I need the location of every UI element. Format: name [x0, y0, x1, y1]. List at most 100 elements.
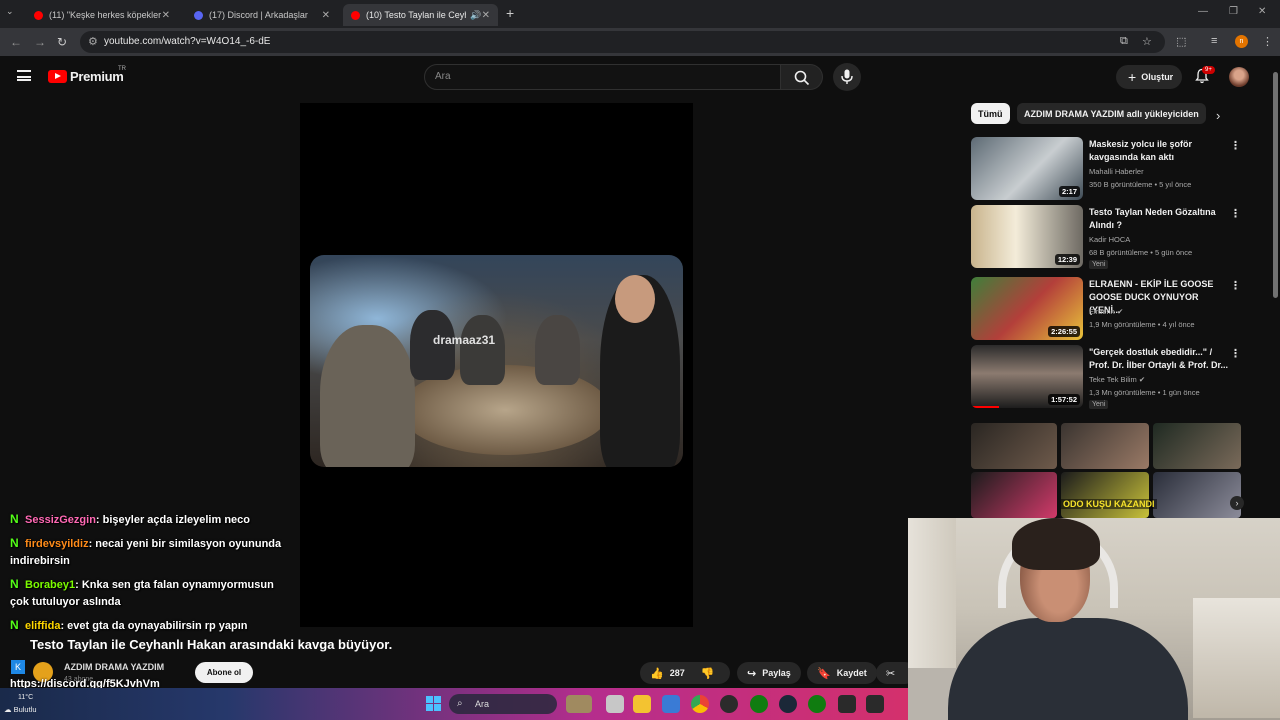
search-icon [794, 70, 810, 86]
search-placeholder: Ara [435, 71, 451, 82]
recommendation-item[interactable]: 12:39 Testo Taylan Neden Gözaltına Alınd… [971, 205, 1241, 269]
shelf-next-icon[interactable]: › [1230, 496, 1244, 510]
person-figure [460, 315, 505, 385]
epic-games-icon[interactable] [838, 695, 856, 713]
short-thumbnail[interactable] [971, 472, 1057, 518]
recommendation-title[interactable]: Testo Taylan Neden Gözaltına Alındı ? [1089, 206, 1229, 232]
bookmark-star-icon[interactable]: ☆ [1142, 35, 1152, 48]
recommendation-item[interactable]: 1:57:52 "Gerçek dostluk ebedidir..." / P… [971, 345, 1241, 409]
recommendation-item[interactable]: 2:26:55 ELRAENN - EKİP İLE GOOSE GOOSE D… [971, 277, 1241, 341]
file-icon[interactable] [606, 695, 624, 713]
short-thumbnail[interactable] [1153, 423, 1241, 469]
account-avatar[interactable] [1229, 67, 1249, 87]
kick-badge-icon: N [10, 536, 19, 550]
folder-icon[interactable] [633, 695, 651, 713]
chip-uploader[interactable]: AZDIM DRAMA YAZDIM adlı yükleyiciden [1017, 103, 1206, 124]
video-thumbnail[interactable]: 2:17 [971, 137, 1083, 200]
dislike-icon[interactable]: 👎 [701, 667, 715, 680]
like-icon[interactable]: 👍 [650, 667, 664, 680]
create-button[interactable]: + Oluştur [1116, 65, 1182, 89]
recommendation-title[interactable]: Maskesiz yolcu ile şoför kavgasında kan … [1089, 138, 1229, 164]
browser-tab[interactable]: (17) Discord | Arkadaşlar ✕ [186, 4, 338, 26]
browser-menu-icon[interactable]: ⋮ [1262, 35, 1273, 48]
channel-name[interactable]: AZDIM DRAMA YAZDIM [64, 662, 164, 672]
tab-search-icon[interactable]: ⌄ [6, 6, 14, 17]
video-duration: 12:39 [1054, 254, 1080, 265]
browser-tab[interactable]: (11) "Keşke herkes köpekler gibi ✕ [26, 4, 178, 26]
recommendation-channel[interactable]: Mahalli Haberler [1089, 167, 1144, 176]
kick-badge-icon: N [10, 512, 19, 526]
tab-title: (11) "Keşke herkes köpekler gibi [49, 10, 162, 20]
app-icon[interactable] [866, 695, 884, 713]
taskbar-search[interactable]: ⌕ Ara [449, 694, 557, 714]
windows-start-icon[interactable] [426, 696, 441, 711]
save-button[interactable]: 🔖 Kaydet [807, 662, 877, 684]
audio-playing-icon[interactable]: 🔊 [470, 10, 481, 21]
short-thumbnail[interactable] [1153, 472, 1241, 518]
reload-icon[interactable]: ↻ [57, 35, 67, 49]
guide-menu-icon[interactable] [17, 70, 31, 81]
short-thumbnail[interactable] [971, 423, 1057, 469]
video-thumbnail[interactable]: 1:57:52 [971, 345, 1083, 408]
chrome-icon[interactable] [691, 695, 709, 713]
voice-search-button[interactable] [833, 63, 861, 91]
recommendation-channel[interactable]: Elraenn ✔ [1089, 307, 1123, 316]
chevron-right-icon[interactable]: › [1216, 108, 1220, 123]
recommendation-channel[interactable]: Teke Tek Bilim ✔ [1089, 375, 1145, 384]
recommendation-meta: 1,9 Mn görüntüleme • 4 yıl önce [1089, 320, 1195, 329]
site-info-icon[interactable]: ⚙ [88, 35, 98, 48]
create-label: Oluştur [1141, 72, 1174, 82]
recommendation-title[interactable]: "Gerçek dostluk ebedidir..." / Prof. Dr.… [1089, 346, 1229, 372]
cast-icon[interactable]: ⧉ [1120, 35, 1128, 48]
chip-all[interactable]: Tümü [971, 103, 1010, 124]
chat-username: firdevsyildiz [25, 538, 89, 550]
notification-count-badge: 9+ [1202, 66, 1215, 74]
browser-profile-avatar[interactable]: n [1235, 35, 1248, 48]
more-options-icon[interactable]: ⋮ [1230, 207, 1241, 220]
youtube-play-icon [48, 70, 67, 83]
share-icon: ↪ [747, 667, 757, 680]
weather-temperature[interactable]: 11°C [18, 693, 33, 702]
video-thumbnail[interactable]: 2:26:55 [971, 277, 1083, 340]
short-thumbnail[interactable] [1061, 472, 1149, 518]
more-options-icon[interactable]: ⋮ [1230, 279, 1241, 292]
new-tab-icon[interactable]: + [506, 5, 514, 21]
xbox-icon[interactable] [750, 695, 768, 713]
extensions-icon[interactable]: ⬚ [1176, 35, 1186, 48]
recommendation-item[interactable]: 2:17 Maskesiz yolcu ile şoför kavgasında… [971, 137, 1241, 201]
weather-label: Bulutlu [13, 705, 37, 714]
store-icon[interactable] [662, 695, 680, 713]
subscribe-button[interactable]: Abone ol [195, 662, 253, 683]
address-bar[interactable]: ⚙ youtube.com/watch?v=W4O14_-6-dE [80, 31, 1165, 53]
close-window-icon[interactable]: ✕ [1258, 6, 1266, 17]
back-icon[interactable]: ← [10, 35, 22, 49]
video-thumbnail[interactable]: 12:39 [971, 205, 1083, 268]
weather-widget[interactable]: ☁ Bulutlu [4, 705, 37, 714]
steam-icon[interactable] [779, 695, 797, 713]
scrollbar-thumb[interactable] [1273, 72, 1278, 298]
short-caption: ODO KUŞU KAZANDI [1061, 499, 1157, 509]
forward-icon[interactable]: → [34, 35, 46, 49]
minimize-icon[interactable]: — [1198, 6, 1208, 17]
app-icon[interactable] [720, 695, 738, 713]
like-count[interactable]: 287 [670, 668, 685, 678]
reading-list-icon[interactable]: ≡ [1211, 35, 1217, 47]
more-options-icon[interactable]: ⋮ [1230, 347, 1241, 360]
youtube-logo[interactable]: Premium [48, 69, 124, 84]
webcam-person-hair [1012, 518, 1100, 570]
xbox-app-icon[interactable] [808, 695, 826, 713]
widgets-icon[interactable] [566, 695, 592, 713]
search-button[interactable] [781, 64, 823, 90]
short-thumbnail[interactable] [1061, 423, 1149, 469]
close-tab-icon[interactable]: ✕ [322, 10, 330, 21]
close-tab-icon[interactable]: ✕ [482, 10, 490, 21]
share-label: Paylaş [762, 668, 791, 678]
video-duration: 2:26:55 [1048, 326, 1080, 337]
recommendation-channel[interactable]: Kadir HOCA [1089, 235, 1130, 244]
search-input[interactable]: Ara [424, 64, 781, 90]
share-button[interactable]: ↪ Paylaş [737, 662, 801, 684]
close-tab-icon[interactable]: ✕ [162, 10, 170, 21]
browser-tab-active[interactable]: (10) Testo Taylan ile Ceyhan 🔊 ✕ [343, 4, 498, 26]
maximize-icon[interactable]: ❐ [1229, 6, 1238, 17]
more-options-icon[interactable]: ⋮ [1230, 139, 1241, 152]
